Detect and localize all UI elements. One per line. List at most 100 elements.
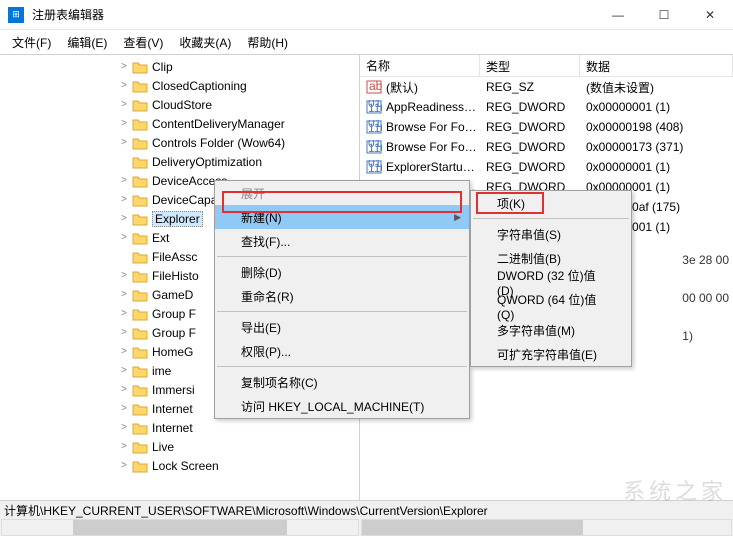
expander-icon[interactable]: > bbox=[118, 346, 130, 357]
tree-item[interactable]: >Live bbox=[0, 437, 359, 456]
tree-hscroll[interactable] bbox=[1, 519, 359, 536]
col-data[interactable]: 数据 bbox=[580, 55, 733, 76]
menu-help[interactable]: 帮助(H) bbox=[239, 32, 296, 53]
tree-item[interactable]: >Lock Screen bbox=[0, 456, 359, 475]
value-type: REG_DWORD bbox=[480, 120, 580, 134]
tree-item[interactable]: DeliveryOptimization bbox=[0, 152, 359, 171]
ctx-expand: 展开 bbox=[215, 181, 469, 205]
ctx-new-key[interactable]: 项(K) bbox=[471, 191, 631, 215]
expander-icon[interactable]: > bbox=[118, 308, 130, 319]
folder-icon bbox=[132, 440, 148, 454]
statusbar: 计算机\HKEY_CURRENT_USER\SOFTWARE\Microsoft… bbox=[0, 500, 733, 519]
tree-item[interactable]: >ClosedCaptioning bbox=[0, 76, 359, 95]
expander-icon[interactable]: > bbox=[118, 99, 130, 110]
value-row[interactable]: Browse For Fo…REG_DWORD0x00000173 (371) bbox=[360, 137, 733, 157]
ctx-new-expandstring[interactable]: 可扩充字符串值(E) bbox=[471, 342, 631, 366]
maximize-button[interactable]: ☐ bbox=[641, 0, 687, 30]
ctx-copy-key-name[interactable]: 复制项名称(C) bbox=[215, 370, 469, 394]
value-name: Browse For Fo… bbox=[386, 140, 477, 154]
value-row[interactable]: (默认)REG_SZ(数值未设置) bbox=[360, 77, 733, 97]
minimize-button[interactable]: — bbox=[595, 0, 641, 30]
ctx-rename[interactable]: 重命名(R) bbox=[215, 284, 469, 308]
folder-icon bbox=[132, 60, 148, 74]
col-name[interactable]: 名称 bbox=[360, 55, 480, 76]
expander-icon[interactable]: > bbox=[118, 403, 130, 414]
value-row[interactable]: AppReadiness…REG_DWORD0x00000001 (1) bbox=[360, 97, 733, 117]
menu-favorites[interactable]: 收藏夹(A) bbox=[171, 32, 239, 53]
separator bbox=[217, 256, 467, 257]
folder-icon bbox=[132, 288, 148, 302]
tree-item[interactable]: >Controls Folder (Wow64) bbox=[0, 133, 359, 152]
value-name: Browse For Fo… bbox=[386, 120, 477, 134]
value-name: (默认) bbox=[386, 79, 418, 96]
folder-icon bbox=[132, 269, 148, 283]
expander-icon[interactable]: > bbox=[118, 137, 130, 148]
value-data: 0x00000173 (371) bbox=[580, 140, 733, 154]
tree-item-label: Group F bbox=[152, 307, 196, 321]
tree-item-label: FileAssc bbox=[152, 250, 197, 264]
ctx-delete[interactable]: 删除(D) bbox=[215, 260, 469, 284]
col-type[interactable]: 类型 bbox=[480, 55, 580, 76]
folder-icon bbox=[132, 383, 148, 397]
expander-icon[interactable]: > bbox=[118, 289, 130, 300]
submenu-arrow-icon: ▶ bbox=[454, 212, 461, 223]
expander-icon[interactable]: > bbox=[118, 441, 130, 452]
context-submenu-new: 项(K) 字符串值(S) 二进制值(B) DWORD (32 位)值(D) QW… bbox=[470, 190, 632, 367]
window-title: 注册表编辑器 bbox=[32, 6, 595, 23]
close-button[interactable]: ✕ bbox=[687, 0, 733, 30]
separator bbox=[217, 311, 467, 312]
expander-icon[interactable]: > bbox=[118, 232, 130, 243]
value-row[interactable]: Browse For Fo…REG_DWORD0x00000198 (408) bbox=[360, 117, 733, 137]
ctx-new-multistring[interactable]: 多字符串值(M) bbox=[471, 318, 631, 342]
tree-item[interactable]: >ContentDeliveryManager bbox=[0, 114, 359, 133]
expander-icon[interactable]: > bbox=[118, 365, 130, 376]
bg-fragment: 3e 28 00 00 00 00 1) bbox=[682, 253, 729, 343]
expander-icon[interactable]: > bbox=[118, 118, 130, 129]
folder-icon bbox=[132, 326, 148, 340]
ctx-new-qword[interactable]: QWORD (64 位)值(Q) bbox=[471, 294, 631, 318]
ctx-goto-hklm[interactable]: 访问 HKEY_LOCAL_MACHINE(T) bbox=[215, 394, 469, 418]
binary-icon bbox=[366, 100, 382, 114]
folder-icon bbox=[132, 402, 148, 416]
expander-icon[interactable]: > bbox=[118, 194, 130, 205]
tree-item[interactable]: > Clip bbox=[0, 57, 359, 76]
value-name: AppReadiness… bbox=[386, 100, 476, 114]
expander-icon[interactable]: > bbox=[118, 270, 130, 281]
folder-icon bbox=[132, 174, 148, 188]
menu-file[interactable]: 文件(F) bbox=[4, 32, 59, 53]
menu-view[interactable]: 查看(V) bbox=[115, 32, 171, 53]
titlebar: ⊞ 注册表编辑器 — ☐ ✕ bbox=[0, 0, 733, 30]
ctx-permissions[interactable]: 权限(P)... bbox=[215, 339, 469, 363]
ctx-export[interactable]: 导出(E) bbox=[215, 315, 469, 339]
expander-icon[interactable]: > bbox=[118, 384, 130, 395]
ctx-find[interactable]: 查找(F)... bbox=[215, 229, 469, 253]
app-icon: ⊞ bbox=[8, 7, 24, 23]
folder-icon bbox=[132, 79, 148, 93]
tree-item-label: Internet bbox=[152, 421, 193, 435]
tree-item-label: Clip bbox=[152, 60, 173, 74]
expander-icon[interactable]: > bbox=[118, 422, 130, 433]
folder-icon bbox=[132, 364, 148, 378]
ctx-new-string[interactable]: 字符串值(S) bbox=[471, 222, 631, 246]
value-data: 0x00000001 (1) bbox=[580, 100, 733, 114]
expander-icon[interactable]: > bbox=[118, 80, 130, 91]
expander-icon[interactable]: > bbox=[118, 213, 130, 224]
expander-icon[interactable]: > bbox=[118, 327, 130, 338]
value-row[interactable]: ExplorerStartu…REG_DWORD0x00000001 (1) bbox=[360, 157, 733, 177]
value-data: 0x00000198 (408) bbox=[580, 120, 733, 134]
status-path: 计算机\HKEY_CURRENT_USER\SOFTWARE\Microsoft… bbox=[4, 502, 488, 519]
menu-edit[interactable]: 编辑(E) bbox=[59, 32, 115, 53]
expander-icon[interactable]: > bbox=[118, 175, 130, 186]
tree-item[interactable]: >CloudStore bbox=[0, 95, 359, 114]
value-type: REG_SZ bbox=[480, 80, 580, 94]
folder-icon bbox=[132, 250, 148, 264]
tree-item[interactable]: > Internet bbox=[0, 418, 359, 437]
separator bbox=[217, 366, 467, 367]
hscrollbars bbox=[0, 519, 733, 536]
binary-icon bbox=[366, 140, 382, 154]
list-hscroll[interactable] bbox=[361, 519, 732, 536]
ctx-new[interactable]: 新建(N)▶ bbox=[215, 205, 469, 229]
expander-icon[interactable]: > bbox=[118, 61, 130, 72]
tree-item-label: Ext bbox=[152, 231, 169, 245]
expander-icon[interactable]: > bbox=[118, 460, 130, 471]
